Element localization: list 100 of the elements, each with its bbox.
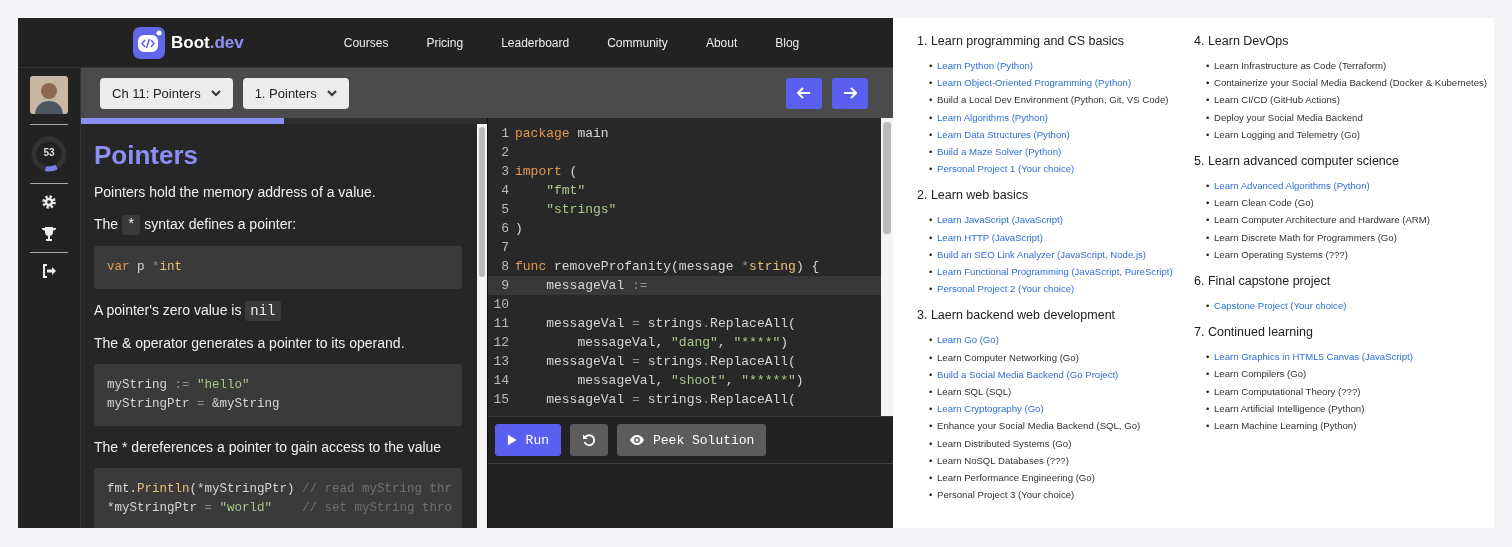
paragraph: Pointers hold the memory address of a value. [94,183,377,202]
paragraph: A pointer's zero value is nil [94,299,462,322]
previous-button[interactable] [786,77,822,109]
scrollbar[interactable] [477,124,487,528]
course-link[interactable]: Learn Data Structures (Python) [937,128,1070,140]
line-number: 5 [500,202,510,217]
bullet: • [929,419,934,434]
course-link[interactable]: Build an SEO Link Analyzer (JavaScript, Node.js) [937,248,1147,260]
course-link[interactable]: Learn Advanced Algorithms (Python) [1214,180,1370,191]
course-item: Deploy your Social Media Backend [1214,111,1363,123]
course-link[interactable]: Learn Python (Python) [937,60,1033,71]
run-button[interactable]: Run [495,424,561,456]
course-link[interactable]: Personal Project 1 (Your choice) [937,163,1075,175]
bullet: • [929,127,934,142]
course-item: Learn SQL (SQL) [937,386,1012,398]
bullet: • [929,59,934,73]
section-heading: 5. Learn advanced computer science [1194,154,1400,168]
arrow-right-icon [843,87,857,99]
paragraph: The & operator generates a pointer to its operand. [94,334,406,353]
arrow-left-icon [797,87,811,99]
course-item: Learn Operating Systems (???) [1214,248,1348,260]
course-link[interactable]: Build a Maze Solver (Python) [937,146,1062,157]
bullet: • [929,385,934,400]
nav-link[interactable]: Pricing [426,35,464,50]
code-line: "strings" [545,202,617,217]
bullet: • [929,145,934,159]
logout-icon[interactable] [41,263,57,279]
course-link[interactable]: Capstone Project (Your choice) [1214,300,1347,312]
course-link[interactable]: Learn Object-Oriented Programming (Python) [937,77,1132,89]
bullet: • [929,230,934,245]
section-heading: 4. Learn DevOps [1194,34,1290,48]
chapter-dropdown[interactable]: 1. Pointers [242,77,349,109]
xp-ring [30,135,68,173]
chevron-down-icon [210,89,221,97]
bullet: • [929,333,934,348]
code-line: messageVal = strings.ReplaceAll( [545,392,796,407]
course-item: Learn Distributed Systems (Go) [937,437,1072,449]
line-number: 15 [492,392,510,407]
course-link[interactable]: Learn JavaScript (JavaScript) [937,214,1063,226]
course-link[interactable]: Learn Go (Go) [937,334,999,346]
bullet: • [1206,179,1211,193]
next-button[interactable] [832,77,868,109]
course-link[interactable]: Learn Cryptography (Go) [937,403,1044,415]
course-item: Learn Compilers (Go) [1214,368,1307,380]
lesson-title: Pointers [94,140,200,171]
course-item: Learn Clean Code (Go) [1214,197,1314,209]
bullet: • [1206,127,1211,142]
bullet: • [1206,59,1211,73]
course-link[interactable]: Build a Social Media Backend (Go Project) [937,368,1119,380]
chapter-dropdown[interactable]: Ch 11: Pointers [100,77,233,109]
line-number: 13 [492,354,510,369]
bullet: • [1206,384,1211,399]
course-link[interactable]: Learn Functional Programming (JavaScript, PureScript) [937,266,1173,278]
nav-link[interactable]: Blog [775,35,800,50]
bullet: • [1206,93,1211,108]
nav-link[interactable]: Leaderboard [501,35,570,50]
code-editor[interactable] [488,118,893,416]
course-item: Personal Project 3 (Your choice) [937,489,1075,501]
scrollbar[interactable] [881,118,893,416]
bullet: • [929,453,934,468]
trophy-icon[interactable] [41,226,57,242]
course-item: Learn Computer Networking (Go) [937,351,1079,363]
eye-icon [629,434,645,446]
section-heading: 2. Learn web basics [917,188,1030,203]
reset-button[interactable] [570,424,608,456]
course-link[interactable]: Learn Algorithms (Python) [937,111,1048,123]
course-link[interactable]: Learn HTTP (JavaScript) [937,231,1043,243]
bullet: • [929,247,934,262]
bullet: • [1206,213,1211,228]
course-item: Learn NoSQL Databases (???) [937,454,1069,466]
bullet: • [929,282,934,297]
code-line: myString := "hello" [107,377,251,394]
course-item: Learn CI/CD (GitHub Actions) [1214,94,1340,106]
avatar-icon[interactable] [30,76,68,114]
logo-text[interactable]: Boot.dev [171,32,244,53]
course-item: Learn Machine Learning (Python) [1214,420,1357,432]
code-line: messageVal, "shoot", "*****") [576,373,804,388]
bullet: • [929,367,934,382]
code-line: messageVal, "dang", "****") [576,335,789,350]
course-item: Learn Discrete Math for Programmers (Go) [1214,231,1397,243]
line-number: 4 [500,183,510,198]
bullet: • [1206,247,1211,262]
course-item: Build a Local Dev Environment (Python, Git, VS Code) [937,94,1169,106]
nav-link[interactable]: Community [607,35,668,50]
bullet: • [929,162,934,177]
settings-icon[interactable] [41,194,57,210]
code-line: func removeProfanity(message *string) { [515,259,820,274]
nav-link[interactable]: About [705,35,738,50]
peek-solution-button[interactable]: Peek Solution [617,424,767,456]
bullet: • [1206,76,1211,91]
course-link[interactable]: Personal Project 2 (Your choice) [937,283,1075,295]
code-line: import ( [515,164,578,179]
bullet: • [929,471,934,486]
course-link[interactable]: Learn Graphics in HTML5 Canvas (JavaScript) [1214,351,1413,363]
course-item: Learn Logging and Telemetry (Go) [1214,128,1360,140]
nav-link[interactable]: Courses [343,35,389,50]
course-item: Learn Computer Architecture and Hardware (ARM) [1214,214,1430,226]
section-heading: 7. Continued learning [1194,325,1314,340]
line-number: 9 [500,278,510,293]
robot-logo-icon [133,26,165,59]
